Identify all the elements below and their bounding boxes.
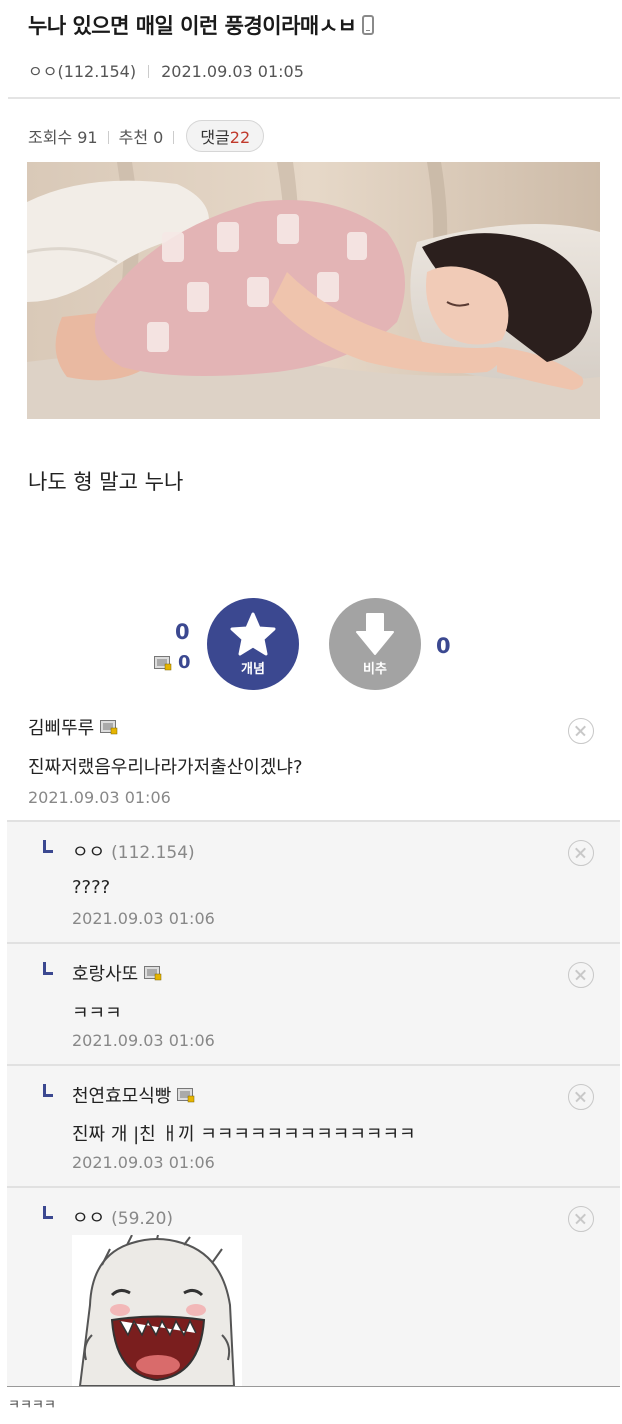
- post-stats: 조회수 91 추천 0 댓글22: [28, 120, 265, 152]
- comment-nickname-text: ㅇㅇ: [72, 842, 106, 863]
- comment-ip: (59.20): [111, 1209, 174, 1229]
- bottom-divider: [7, 1386, 620, 1387]
- delete-icon[interactable]: [568, 962, 594, 988]
- comment-nickname[interactable]: 천연효모식빵: [72, 1082, 195, 1108]
- arrow-down-icon: [356, 612, 394, 655]
- downvote-button[interactable]: 비추: [329, 598, 421, 690]
- comment-text: ㅋㅋㅋ: [72, 1003, 122, 1024]
- comment-nickname[interactable]: ㅇㅇ (112.154): [72, 838, 195, 864]
- fixed-nick-icon: [144, 965, 162, 981]
- reply-arrow-icon: [43, 962, 53, 975]
- comment-text: 진짜저랬음우리나라가저출산이겠냐?: [28, 757, 303, 778]
- reply-label: 댓글: [200, 128, 230, 147]
- reply-arrow-icon: [43, 840, 53, 853]
- upvote-count: 0: [175, 620, 190, 644]
- reply-item: 호랑사또 ㅋㅋㅋ 2021.09.03 01:06: [7, 942, 620, 1064]
- comment-date: 2021.09.03 01:06: [72, 909, 215, 928]
- comment-nickname-text: 김삐뚜루: [28, 718, 95, 739]
- delete-icon[interactable]: [568, 1206, 594, 1232]
- comment-nickname[interactable]: 김삐뚜루: [28, 714, 118, 740]
- comment-date: 2021.09.03 01:06: [72, 1153, 215, 1172]
- fixed-nick-icon: [100, 719, 118, 735]
- upvote-label: 개념: [241, 661, 265, 677]
- delete-icon[interactable]: [568, 1084, 594, 1110]
- reply-count: 22: [229, 128, 251, 147]
- post-date: 2021.09.03 01:05: [161, 62, 304, 81]
- star-icon: [230, 612, 276, 655]
- comment-text: 진짜 개 |친 ㅐ끼 ㅋㅋㅋㅋㅋㅋㅋㅋㅋㅋㅋㅋㅋ: [72, 1124, 416, 1145]
- reply-item: 천연효모식빵 진짜 개 |친 ㅐ끼 ㅋㅋㅋㅋㅋㅋㅋㅋㅋㅋㅋㅋㅋ 2021.09.…: [7, 1064, 620, 1186]
- recommend-count: 추천 0: [118, 128, 164, 147]
- reply-arrow-icon: [43, 1206, 53, 1219]
- author-name[interactable]: ㅇㅇ: [28, 62, 57, 81]
- author-ip: (112.154): [57, 62, 137, 81]
- comment-nickname[interactable]: 호랑사또: [72, 960, 162, 986]
- comment-ip: (112.154): [111, 843, 195, 863]
- downvote-count: 0: [436, 634, 451, 658]
- post-header: 누나 있으면 매일 이런 풍경이라매ㅅㅂ ㅇㅇ(112.154) 2021.09.…: [0, 0, 622, 99]
- comment-item: 김삐뚜루 진짜저랬음우리나라가저출산이겠냐? 2021.09.03 01:06: [0, 702, 622, 820]
- downvote-label: 비추: [363, 661, 387, 677]
- comment-nickname-text: 천연효모식빵: [72, 1086, 172, 1107]
- post-title: 누나 있으면 매일 이런 풍경이라매ㅅㅂ: [28, 10, 375, 40]
- delete-icon[interactable]: [568, 840, 594, 866]
- view-count: 조회수 91: [28, 128, 98, 147]
- vote-area: 0 0 개념 비추 0: [0, 596, 622, 692]
- post-body-text: 나도 형 말고 누나: [28, 470, 184, 494]
- fixed-nick-icon: [154, 656, 172, 671]
- divider: [173, 131, 175, 144]
- comment-nickname-text: ㅇㅇ: [72, 1208, 106, 1229]
- reply-count-button[interactable]: 댓글22: [186, 120, 265, 152]
- post-meta: ㅇㅇ(112.154) 2021.09.03 01:05: [28, 58, 304, 82]
- comment-text: ????: [72, 877, 111, 898]
- reply-arrow-icon: [43, 1084, 53, 1097]
- divider: [107, 131, 109, 144]
- post-title-text: 누나 있으면 매일 이런 풍경이라매ㅅㅂ: [28, 14, 357, 38]
- comment-nickname-text: 호랑사또: [72, 964, 139, 985]
- reply-item: ㅇㅇ (112.154) ???? 2021.09.03 01:06: [7, 820, 620, 942]
- mobile-icon: [362, 15, 375, 35]
- divider: [148, 65, 150, 78]
- footer-text: ㅋㅋㅋㅋ: [8, 1398, 56, 1413]
- header-divider: [8, 97, 620, 99]
- upvote-button[interactable]: 개념: [207, 598, 299, 690]
- fixed-nick-icon: [177, 1087, 195, 1103]
- dinosaur-sticker-image: [72, 1235, 242, 1386]
- comment-nickname[interactable]: ㅇㅇ (59.20): [72, 1204, 173, 1230]
- comment-date: 2021.09.03 01:06: [72, 1031, 215, 1050]
- fixed-upvote-count: 0: [178, 652, 191, 673]
- comment-date: 2021.09.03 01:06: [28, 788, 171, 807]
- post-image: [27, 162, 600, 419]
- delete-icon[interactable]: [568, 718, 594, 744]
